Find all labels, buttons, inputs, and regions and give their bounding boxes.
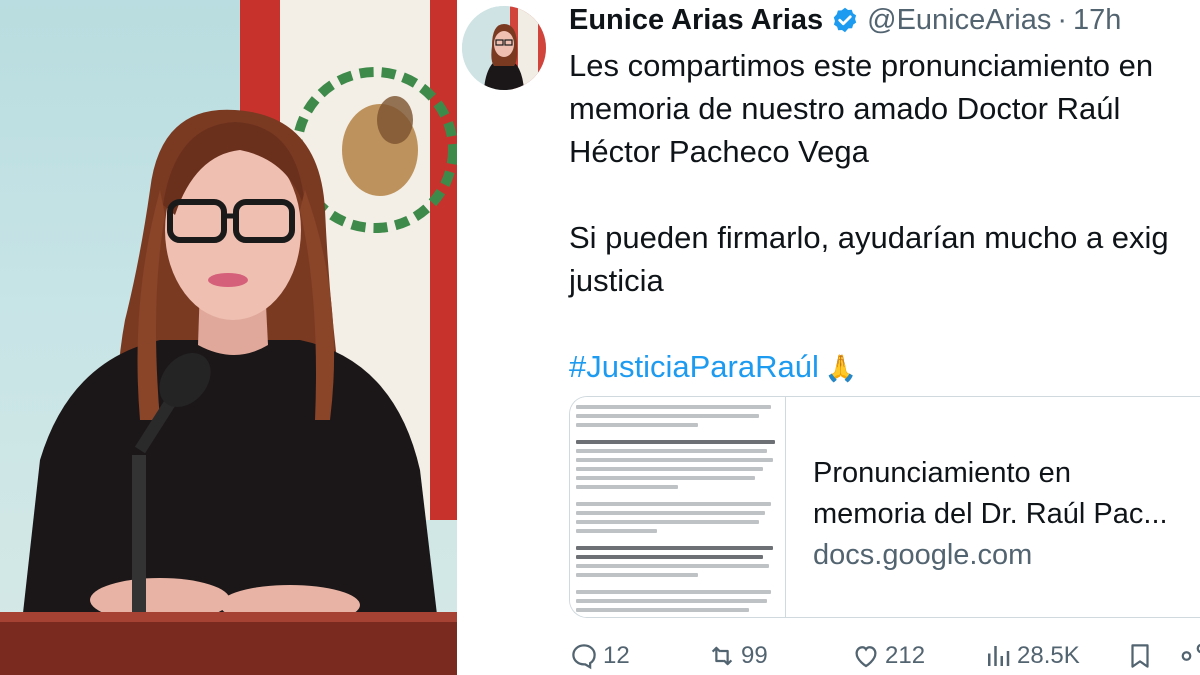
repost-button[interactable]: 99	[707, 636, 768, 675]
tweet-action-bar: 12 99 212 28.5K	[569, 636, 1200, 675]
document-thumbnail	[570, 397, 786, 617]
like-button[interactable]: 212	[851, 636, 925, 675]
verified-badge-icon	[833, 7, 857, 33]
repost-count: 99	[741, 642, 768, 669]
link-card-domain: docs.google.com	[813, 539, 1033, 571]
tweet-card: Eunice Arias Arias @EuniceArias · 17h Le…	[457, 0, 1200, 675]
avatar-photo-icon	[462, 6, 546, 90]
share-icon	[1181, 643, 1200, 661]
woman-at-podium-illustration	[0, 0, 457, 675]
heart-icon	[855, 646, 877, 668]
praying-hands-icon: 🙏	[824, 353, 858, 383]
press-photo	[0, 0, 457, 675]
hashtag-line: #JusticiaParaRaúl 🙏	[569, 345, 1200, 390]
hashtag-link[interactable]: #JusticiaParaRaúl	[569, 349, 819, 384]
tweet-header: Eunice Arias Arias @EuniceArias · 17h	[569, 0, 1121, 40]
repost-icon	[711, 646, 733, 666]
link-preview-card[interactable]: Pronunciamiento en memoria del Dr. Raúl …	[569, 396, 1200, 618]
tweet-timestamp[interactable]: 17h	[1073, 1, 1121, 39]
tweet-text-line: memoria de nuestro amado Doctor Raúl	[569, 91, 1121, 126]
tweet-text-line: Si pueden firmarlo, ayudarían mucho a ex…	[569, 220, 1169, 255]
bookmark-icon	[1131, 644, 1149, 668]
link-card-title-line: Pronunciamiento en	[813, 457, 1071, 489]
display-name[interactable]: Eunice Arias Arias	[569, 1, 823, 39]
separator-dot: ·	[1057, 4, 1067, 36]
link-card-title-line: memoria del Dr. Raúl Pac...	[813, 498, 1168, 530]
tweet-text-line: Les compartimos este pronunciamiento en	[569, 48, 1154, 83]
link-card-info: Pronunciamiento en memoria del Dr. Raúl …	[813, 453, 1200, 576]
share-button[interactable]	[1179, 636, 1200, 675]
bookmark-button[interactable]	[1125, 636, 1159, 675]
like-count: 212	[885, 642, 926, 669]
user-avatar[interactable]	[462, 6, 546, 90]
reply-count: 12	[603, 642, 630, 669]
user-handle[interactable]: @EuniceArias	[867, 1, 1051, 39]
views-chart-icon	[988, 646, 1010, 666]
reply-button[interactable]: 12	[569, 636, 630, 675]
tweet-text-line: Héctor Pacheco Vega	[569, 134, 869, 169]
reply-icon	[572, 644, 596, 670]
tweet-body: Les compartimos este pronunciamiento en …	[569, 44, 1200, 390]
views-button[interactable]: 28.5K	[983, 636, 1080, 675]
tweet-text-line: justicia	[569, 263, 664, 298]
views-count: 28.5K	[1017, 642, 1080, 669]
